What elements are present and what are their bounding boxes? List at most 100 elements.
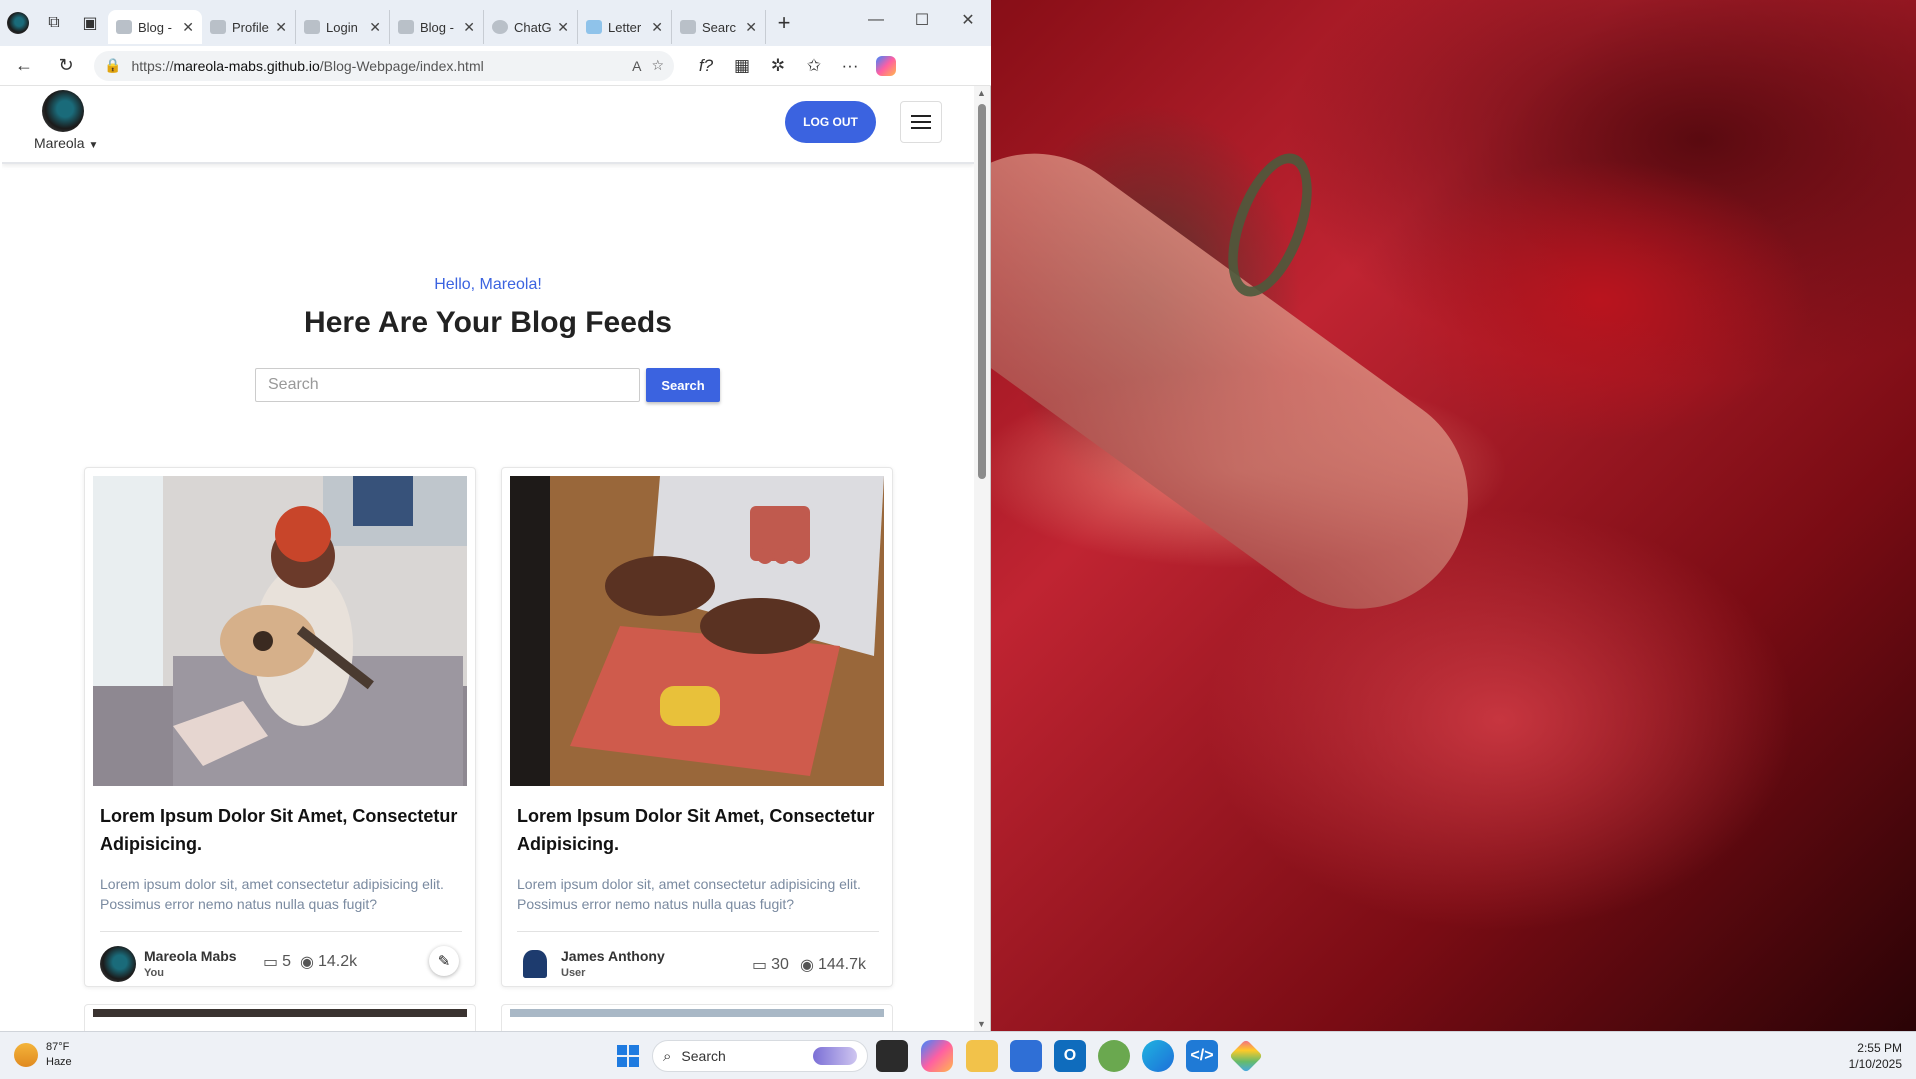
page-scrollbar[interactable]: ▲ ▼ xyxy=(974,86,990,1031)
git-app-icon[interactable] xyxy=(1229,1039,1263,1073)
url-text: https://mareola-mabs.github.io/Blog-Webp… xyxy=(131,58,483,74)
logout-button[interactable]: LOG OUT xyxy=(785,101,876,143)
file-explorer-icon[interactable] xyxy=(966,1040,998,1072)
blog-card[interactable]: Lorem Ipsum Dolor Sit Amet, Consectetur … xyxy=(501,467,893,987)
view-count-value: 14.2k xyxy=(317,953,358,970)
workspaces-icon[interactable]: ⧉ xyxy=(36,0,72,46)
refresh-button[interactable]: ↻ xyxy=(48,48,84,84)
tab-login[interactable]: Login ✕ xyxy=(296,10,390,44)
comment-icon: ▭ xyxy=(752,957,768,974)
post-image xyxy=(510,476,884,786)
blog-card-partial[interactable] xyxy=(501,1004,893,1031)
post-title[interactable]: Lorem Ipsum Dolor Sit Amet, Consectetur … xyxy=(517,802,882,858)
vertical-tabs-icon[interactable]: ▣ xyxy=(72,0,108,46)
weather-widget[interactable]: 87°F Haze xyxy=(14,1040,72,1070)
time: 2:55 PM xyxy=(1857,1041,1902,1055)
read-aloud-icon[interactable]: A xyxy=(632,58,641,74)
hamburger-menu-button[interactable] xyxy=(900,101,942,143)
close-icon[interactable]: ✕ xyxy=(463,19,475,36)
author-name[interactable]: James Anthony xyxy=(561,948,665,964)
chrome-canary-icon[interactable] xyxy=(1098,1040,1130,1072)
post-excerpt: Lorem ipsum dolor sit, amet consectetur … xyxy=(100,876,444,912)
tab-label: Searc xyxy=(702,19,736,35)
tab-chatgpt[interactable]: ChatG ✕ xyxy=(484,10,578,44)
divider xyxy=(100,931,462,932)
pencil-icon: ✎ xyxy=(437,953,451,970)
tab-blog-2[interactable]: Blog - ✕ xyxy=(390,10,484,44)
close-icon[interactable]: ✕ xyxy=(557,19,569,36)
new-tab-button[interactable]: + xyxy=(766,0,802,46)
author-avatar[interactable] xyxy=(100,946,136,982)
eye-icon: ◉ xyxy=(300,954,314,971)
profile-dropdown[interactable]: Mareola ▼ xyxy=(34,135,98,151)
more-options-icon[interactable]: ··· xyxy=(832,48,868,84)
edit-post-button[interactable]: ✎ xyxy=(429,946,459,976)
formula-extension-icon[interactable]: f? xyxy=(688,48,724,84)
close-icon[interactable]: ✕ xyxy=(275,19,287,36)
blog-card[interactable]: Lorem Ipsum Dolor Sit Amet, Consectetur … xyxy=(84,467,476,987)
translate-extension-icon[interactable]: ▦ xyxy=(724,48,760,84)
search-input[interactable] xyxy=(255,368,640,402)
favorite-star-icon[interactable]: ☆ xyxy=(651,57,664,74)
favorites-icon[interactable]: ✩ xyxy=(796,48,832,84)
edge-icon[interactable] xyxy=(1142,1040,1174,1072)
tab-favicon xyxy=(210,20,226,34)
comment-count[interactable]: ▭ 5 xyxy=(263,952,291,972)
date: 1/10/2025 xyxy=(1848,1057,1902,1071)
scrollbar-thumb[interactable] xyxy=(978,104,986,479)
comment-count[interactable]: ▭ 30 xyxy=(752,955,789,975)
task-view-icon[interactable] xyxy=(876,1040,908,1072)
copilot-taskbar-icon[interactable] xyxy=(921,1040,953,1072)
blog-card-partial[interactable] xyxy=(84,1004,476,1031)
tab-label: Login xyxy=(326,19,358,35)
view-count: ◉ 144.7k xyxy=(800,955,866,975)
tab-search[interactable]: Searc ✕ xyxy=(672,10,766,44)
close-icon[interactable]: ✕ xyxy=(745,19,757,36)
search-icon: ⌕ xyxy=(663,1047,672,1065)
scroll-up-icon[interactable]: ▲ xyxy=(977,88,986,98)
profile-icon[interactable] xyxy=(0,0,36,46)
avatar[interactable] xyxy=(42,90,84,132)
tab-profile[interactable]: Profile ✕ xyxy=(202,10,296,44)
system-clock[interactable]: 2:55 PM 1/10/2025 xyxy=(1849,1040,1902,1072)
microsoft-store-icon[interactable] xyxy=(1010,1040,1042,1072)
close-icon[interactable]: ✕ xyxy=(182,19,194,36)
taskbar: 87°F Haze ⌕ Search O </> 2:55 PM 1/10/20… xyxy=(0,1031,1916,1079)
caret-down-icon: ▼ xyxy=(88,140,99,151)
minimize-button[interactable]: — xyxy=(853,0,899,40)
tab-blog[interactable]: Blog - ✕ xyxy=(108,10,202,44)
windows-start-icon[interactable] xyxy=(612,1040,644,1072)
post-image xyxy=(93,476,467,786)
maximize-button[interactable]: ☐ xyxy=(899,0,945,40)
tab-label: Blog - xyxy=(420,19,454,35)
post-title[interactable]: Lorem Ipsum Dolor Sit Amet, Consectetur … xyxy=(100,802,465,858)
close-window-button[interactable]: ✕ xyxy=(945,0,991,40)
author-role: You xyxy=(144,967,164,979)
author-avatar[interactable] xyxy=(517,946,553,982)
site-header: Mareola ▼ LOG OUT xyxy=(2,86,974,164)
page-title: Here Are Your Blog Feeds xyxy=(304,306,672,339)
close-icon[interactable]: ✕ xyxy=(369,19,381,36)
url-field[interactable]: 🔒 https://mareola-mabs.github.io/Blog-We… xyxy=(94,50,674,81)
author-role: User xyxy=(561,967,586,979)
outlook-icon[interactable]: O xyxy=(1054,1040,1086,1072)
extensions-icon[interactable]: ✲ xyxy=(760,48,796,84)
vscode-icon[interactable]: </> xyxy=(1186,1040,1218,1072)
eye-icon: ◉ xyxy=(800,957,814,974)
back-button[interactable]: ← xyxy=(6,48,42,84)
tab-label: Profile xyxy=(232,19,269,35)
scroll-down-icon[interactable]: ▼ xyxy=(977,1019,986,1029)
taskbar-search[interactable]: ⌕ Search xyxy=(652,1040,868,1072)
author-name[interactable]: Mareola Mabs xyxy=(144,948,237,964)
search-button[interactable]: Search xyxy=(646,368,720,402)
profile-name: Mareola xyxy=(34,135,85,151)
tab-letter[interactable]: Letter ✕ xyxy=(578,10,672,44)
tab-label: Letter xyxy=(608,19,642,35)
copilot-icon[interactable] xyxy=(868,48,904,84)
haze-sun-icon xyxy=(14,1043,38,1067)
comment-count-value: 5 xyxy=(282,953,292,970)
browser-window: ⧉ ▣ Blog - ✕ Profile ✕ Login ✕ Blog - ✕ Chat… xyxy=(0,0,991,1031)
lock-icon[interactable]: 🔒 xyxy=(104,57,121,74)
close-icon[interactable]: ✕ xyxy=(651,19,663,36)
url-host: mareola-mabs.github.io xyxy=(173,57,320,74)
